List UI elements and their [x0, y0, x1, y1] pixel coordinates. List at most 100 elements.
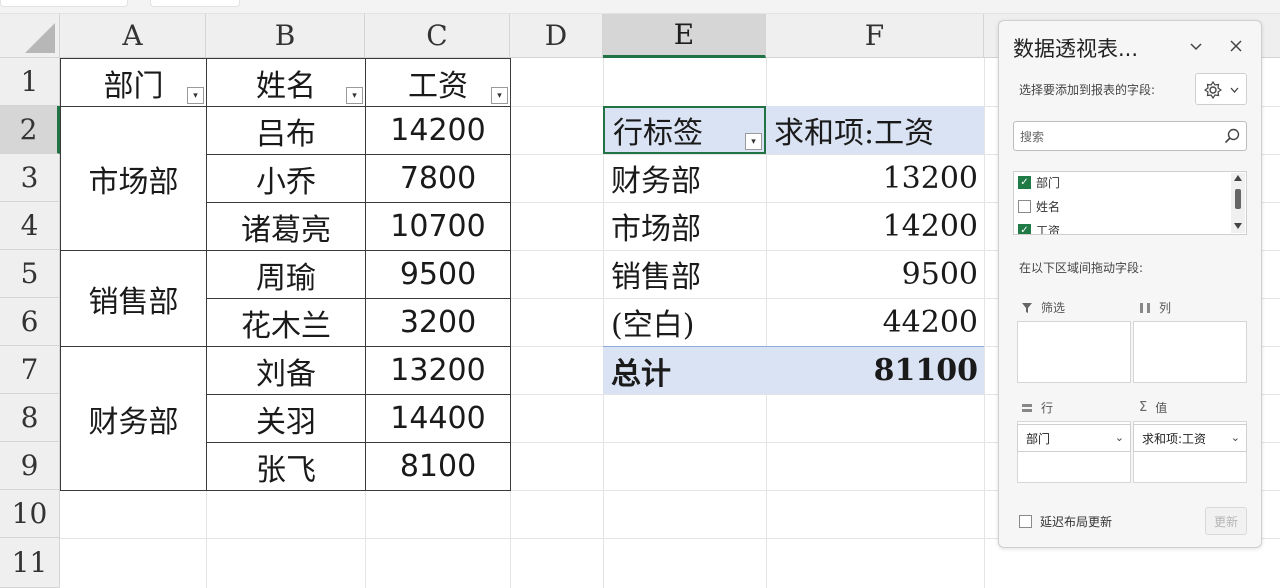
row-header-9[interactable]: 9 — [0, 442, 60, 490]
row-header-10[interactable]: 10 — [0, 490, 60, 538]
column-header-B[interactable]: B — [206, 14, 365, 58]
header-label-name: 姓名 — [256, 68, 316, 104]
salary-cell[interactable]: 14200 — [365, 106, 511, 155]
close-icon[interactable] — [1225, 35, 1247, 57]
salary-cell[interactable]: 8100 — [365, 442, 511, 491]
filter-dropdown-icon[interactable]: ▾ — [346, 87, 363, 104]
row-header-2[interactable]: 2 — [0, 106, 60, 154]
name-cell[interactable]: 诸葛亮 — [206, 202, 366, 251]
drag-fields-label: 在以下区域间拖动字段: — [1019, 261, 1144, 275]
scroll-down-icon[interactable] — [1234, 223, 1242, 229]
name-cell[interactable]: 周瑜 — [206, 250, 366, 299]
name-cell[interactable]: 刘备 — [206, 346, 366, 395]
update-button[interactable]: 更新 — [1205, 507, 1247, 535]
name-cell[interactable]: 吕布 — [206, 106, 366, 155]
row-header-5[interactable]: 5 — [0, 250, 60, 298]
pivot-row-label[interactable]: 市场部 — [603, 202, 766, 250]
merged-cell-department[interactable]: 市场部 — [60, 106, 207, 251]
row-header-3[interactable]: 3 — [0, 154, 60, 202]
checkbox-unchecked[interactable] — [1018, 200, 1031, 213]
salary-cell[interactable]: 9500 — [365, 250, 511, 299]
filters-label: 筛选 — [1041, 301, 1066, 315]
filter-dropdown-icon[interactable]: ▾ — [187, 87, 204, 104]
header-cell-name[interactable]: 姓名 ▾ — [206, 58, 366, 107]
row-header-11[interactable]: 11 — [0, 538, 60, 588]
header-cell-salary[interactable]: 工资 ▾ — [365, 58, 511, 107]
pivot-row-label[interactable]: (空白) — [603, 298, 766, 346]
salary-cell[interactable]: 13200 — [365, 346, 511, 395]
column-header-F[interactable]: F — [766, 14, 984, 58]
pane-options-button[interactable] — [1195, 73, 1247, 105]
search-icon[interactable] — [1224, 128, 1240, 144]
merged-cell-department[interactable]: 财务部 — [60, 346, 207, 491]
column-header-C[interactable]: C — [365, 14, 510, 58]
gridline — [984, 58, 985, 588]
filter-icon — [1022, 302, 1032, 313]
rows-area-label: 行 — [1021, 399, 1053, 416]
scroll-up-icon[interactable] — [1234, 175, 1242, 181]
defer-label: 延迟布局更新 — [1040, 515, 1113, 529]
column-header-D[interactable]: D — [510, 14, 603, 58]
checkbox-unchecked[interactable] — [1019, 515, 1032, 528]
pivot-row-label[interactable]: 销售部 — [603, 250, 766, 298]
column-header-E[interactable]: E — [603, 14, 766, 58]
pivot-row-value[interactable]: 9500 — [766, 250, 984, 298]
filter-dropdown-icon[interactable]: ▾ — [491, 87, 508, 104]
row-header-8[interactable]: 8 — [0, 394, 60, 442]
values-area-label: Σ 值 — [1139, 399, 1167, 416]
salary-cell[interactable]: 14400 — [365, 394, 511, 443]
filter-dropdown-icon[interactable]: ▾ — [745, 133, 762, 150]
row-header-7[interactable]: 7 — [0, 346, 60, 394]
rows-field-label: 部门 — [1026, 431, 1051, 446]
row-header-4[interactable]: 4 — [0, 202, 60, 250]
filters-drop-area[interactable] — [1017, 321, 1131, 383]
scrollbar-thumb[interactable] — [1235, 189, 1241, 209]
header-cell-department[interactable]: 部门 ▾ — [60, 58, 207, 107]
select-all-icon — [25, 23, 55, 53]
checkbox-checked[interactable]: ✓ — [1018, 176, 1031, 189]
name-cell[interactable]: 小乔 — [206, 154, 366, 203]
columns-area-label: 列 — [1139, 299, 1171, 316]
row-header-6[interactable]: 6 — [0, 298, 60, 346]
pivot-row-value[interactable]: 13200 — [766, 154, 984, 202]
header-label-salary: 工资 — [408, 68, 468, 104]
select-all-corner[interactable] — [0, 14, 60, 58]
field-list-scrollbar[interactable] — [1231, 173, 1245, 233]
column-header-A[interactable]: A — [60, 14, 206, 58]
field-item-salary[interactable]: ✓ 工资 — [1018, 222, 1061, 235]
columns-drop-area[interactable] — [1133, 321, 1247, 383]
row-header-1[interactable]: 1 — [0, 58, 60, 106]
pivot-row-value[interactable]: 14200 — [766, 202, 984, 250]
values-field-item[interactable]: 求和项:工资 ⌄ — [1133, 424, 1247, 452]
field-item-label: 工资 — [1036, 224, 1061, 235]
chevron-down-icon[interactable] — [1185, 35, 1207, 57]
salary-cell[interactable]: 10700 — [365, 202, 511, 251]
sheet-tab-left[interactable] — [0, 0, 128, 7]
name-cell[interactable]: 张飞 — [206, 442, 366, 491]
merged-cell-department[interactable]: 销售部 — [60, 250, 207, 347]
salary-cell[interactable]: 7800 — [365, 154, 511, 203]
pivot-total-value[interactable]: 81100 — [766, 346, 984, 394]
field-item-department[interactable]: ✓ 部门 — [1018, 174, 1060, 191]
rows-field-item[interactable]: 部门 ⌄ — [1017, 424, 1131, 452]
chevron-down-icon[interactable]: ⌄ — [1231, 431, 1240, 444]
values-label: 值 — [1155, 401, 1168, 415]
pivot-row-value[interactable]: 44200 — [766, 298, 984, 346]
sigma-icon: Σ — [1139, 400, 1148, 415]
chevron-down-icon[interactable]: ⌄ — [1115, 431, 1124, 444]
name-cell[interactable]: 关羽 — [206, 394, 366, 443]
rows-label: 行 — [1041, 401, 1054, 415]
pivot-total-label[interactable]: 总计 — [603, 346, 766, 394]
field-list[interactable]: ✓ 部门 姓名 ✓ 工资 — [1013, 171, 1247, 235]
pivot-row-label-header[interactable]: 行标签 ▾ — [603, 106, 766, 154]
salary-cell[interactable]: 3200 — [365, 298, 511, 347]
pivot-row-label[interactable]: 财务部 — [603, 154, 766, 202]
field-search-input[interactable]: 搜索 — [1013, 121, 1247, 151]
pivot-value-header[interactable]: 求和项:工资 — [766, 106, 984, 154]
checkbox-checked[interactable]: ✓ — [1018, 224, 1031, 234]
name-cell[interactable]: 花木兰 — [206, 298, 366, 347]
sheet-tab-mid[interactable] — [150, 0, 240, 7]
defer-layout-update[interactable]: 延迟布局更新 — [1019, 513, 1112, 530]
gear-icon — [1204, 81, 1222, 99]
field-item-name[interactable]: 姓名 — [1018, 198, 1060, 215]
